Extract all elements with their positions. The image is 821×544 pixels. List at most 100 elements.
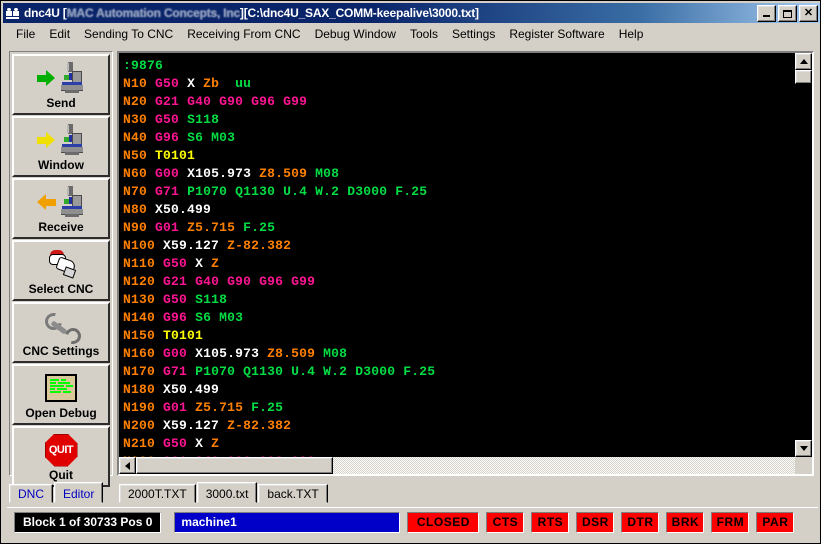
gcode-token: N150 (123, 328, 156, 343)
gcode-token (243, 400, 251, 415)
gcode-token: N110 (123, 256, 156, 271)
gcode-token: X (187, 76, 196, 91)
open-debug-button[interactable]: Open Debug (12, 364, 110, 425)
editor-vertical-scrollbar[interactable] (795, 53, 812, 457)
vertical-scroll-thumb[interactable] (795, 70, 812, 84)
gcode-token: N40 (123, 130, 148, 145)
menu-item-edit[interactable]: Edit (42, 25, 77, 43)
gcode-token (147, 202, 155, 217)
gcode-token: S118 (195, 292, 228, 307)
green-arrow-right-machine-icon (14, 59, 108, 97)
gcode-line: N170 G71 P1070 Q1130 U.4 W.2 D3000 F.25 (123, 363, 795, 381)
gcode-token (219, 274, 227, 289)
main-content: Send Window Receive Select CNC CNC Setti… (3, 45, 820, 543)
gcode-line: N110 G50 X Z (123, 255, 795, 273)
gcode-token: T0101 (155, 148, 196, 163)
maximize-button[interactable] (778, 5, 797, 22)
toolbar-sidebar: Send Window Receive Select CNC CNC Setti… (9, 51, 113, 487)
gcode-token (179, 166, 187, 181)
gcode-editor-frame: :9876 N10 G50 X Zb uu N20 G21 G40 G90 G96 … (117, 51, 814, 476)
gcode-token: N80 (123, 202, 148, 217)
horizontal-scroll-thumb[interactable] (136, 457, 333, 474)
machine-name-field[interactable]: machine1 (174, 512, 401, 533)
gcode-text-area[interactable]: :9876 N10 G50 X Zb uu N20 G21 G40 G90 G96 … (119, 53, 795, 457)
gcode-token: G96 (163, 310, 188, 325)
scrollbar-corner (795, 457, 812, 474)
menu-item-tools[interactable]: Tools (403, 25, 445, 43)
cnc-settings-button-label: CNC Settings (22, 344, 100, 358)
gcode-token (155, 310, 163, 325)
window-button[interactable]: Window (12, 116, 110, 177)
block-position-status: Block 1 of 30733 Pos 0 (14, 512, 162, 533)
gcode-token: N30 (123, 112, 148, 127)
title-suffix: ][C:\dnc4U_SAX_COMM-keepalive\3000.txt] (239, 6, 479, 20)
scroll-down-button[interactable] (795, 440, 812, 457)
title-company-blurred: MAC Automation Concepts, Inc (66, 6, 240, 20)
gcode-token: Z-82.382 (227, 238, 292, 253)
status-badge-dtr: DTR (621, 512, 660, 533)
gcode-token (155, 292, 163, 307)
tab-dnc[interactable]: DNC (9, 484, 53, 503)
gcode-line: N100 X59.127 Z-82.382 (123, 237, 795, 255)
people-machine-icon (5, 5, 21, 21)
gcode-token (147, 220, 155, 235)
gcode-token (147, 130, 155, 145)
tab-file-back[interactable]: back.TXT (258, 484, 328, 503)
menu-item-help[interactable]: Help (612, 25, 651, 43)
tab-file-2000t[interactable]: 2000T.TXT (119, 484, 196, 503)
scroll-up-button[interactable] (795, 53, 812, 70)
gcode-token (155, 400, 163, 415)
window-controls: ✕ (757, 5, 818, 22)
gcode-token (315, 346, 323, 361)
tab-file-3000[interactable]: 3000.txt (196, 482, 258, 503)
gcode-token: X105.973 (187, 166, 252, 181)
gcode-line: N80 X50.499 (123, 201, 795, 219)
title-bar[interactable]: dnc4U [MAC Automation Concepts, Inc][C:\… (3, 3, 820, 23)
gcode-token: Z8.509 (267, 346, 316, 361)
menu-item-receiving-from-cnc[interactable]: Receiving From CNC (180, 25, 307, 43)
gcode-token: G50 (155, 76, 180, 91)
status-badge-brk: BRK (666, 512, 705, 533)
editor-horizontal-scrollbar[interactable] (119, 457, 795, 474)
menu-item-file[interactable]: File (9, 25, 42, 43)
gcode-token (307, 184, 315, 199)
gcode-token (219, 238, 227, 253)
menu-item-debug-window[interactable]: Debug Window (308, 25, 403, 43)
menu-item-register-software[interactable]: Register Software (502, 25, 611, 43)
gcode-token: X50.499 (155, 202, 212, 217)
gcode-line: N90 G01 Z5.715 F.25 (123, 219, 795, 237)
scroll-left-button[interactable] (119, 457, 136, 474)
receive-button-label: Receive (38, 220, 84, 234)
gcode-token: P1070 (187, 184, 228, 199)
status-badge-par: PAR (756, 512, 795, 533)
gcode-token (187, 364, 195, 379)
gcode-token: Q1130 (243, 364, 284, 379)
close-button[interactable]: ✕ (799, 5, 818, 22)
gcode-token (187, 256, 195, 271)
menu-item-sending-to-cnc[interactable]: Sending To CNC (77, 25, 180, 43)
minimize-button[interactable] (757, 5, 776, 22)
quit-button[interactable]: QUIT Quit (12, 426, 110, 487)
cnc-settings-button[interactable]: CNC Settings (12, 302, 110, 363)
menu-item-settings[interactable]: Settings (445, 25, 502, 43)
gcode-token (211, 94, 219, 109)
status-badge-rts: RTS (531, 512, 570, 533)
gcode-token (243, 94, 251, 109)
gcode-token (203, 436, 211, 451)
gcode-line: N130 G50 S118 (123, 291, 795, 309)
receive-button[interactable]: Receive (12, 178, 110, 239)
gcode-line: N180 X50.499 (123, 381, 795, 399)
gcode-token: X105.973 (195, 346, 260, 361)
gcode-token: G71 (163, 364, 188, 379)
close-icon: ✕ (803, 7, 814, 19)
gcode-token: Z8.509 (259, 166, 308, 181)
select-cnc-button[interactable]: Select CNC (12, 240, 110, 301)
gcode-token (147, 112, 155, 127)
gcode-token: W.2 (315, 184, 340, 199)
tab-editor[interactable]: Editor (54, 482, 104, 503)
gcode-token: N50 (123, 148, 148, 163)
gcode-token (315, 364, 323, 379)
send-button[interactable]: Send (12, 54, 110, 115)
gcode-token: G01 (163, 400, 188, 415)
window-title: dnc4U [MAC Automation Concepts, Inc][C:\… (24, 6, 479, 20)
